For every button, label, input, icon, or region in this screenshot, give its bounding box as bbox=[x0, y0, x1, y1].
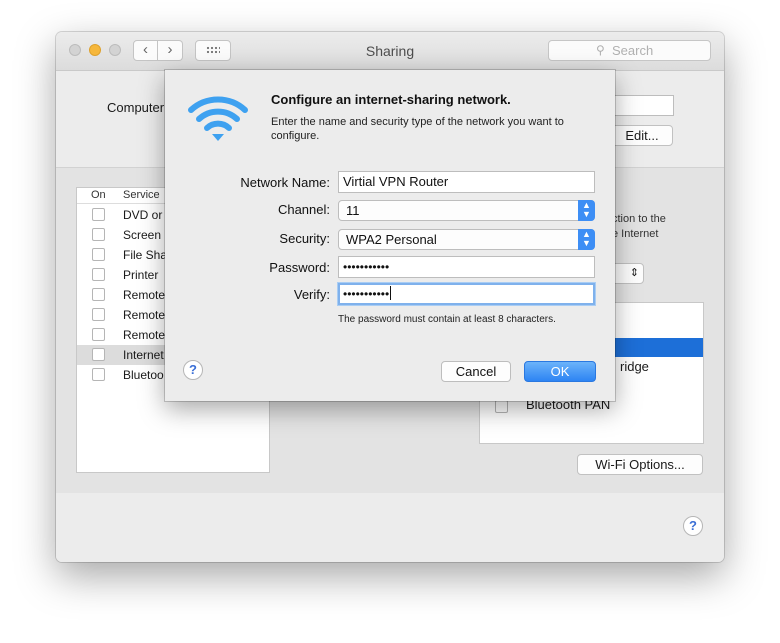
security-label: Security: bbox=[279, 231, 330, 246]
network-name-field[interactable]: Virtial VPN Router bbox=[338, 171, 595, 193]
service-checkbox[interactable] bbox=[92, 248, 105, 261]
service-name: File Sha bbox=[123, 248, 168, 262]
sheet-description: Enter the name and security type of the … bbox=[271, 116, 564, 142]
service-name: Printer bbox=[123, 268, 159, 282]
service-checkbox[interactable] bbox=[92, 228, 105, 241]
service-name: Remote bbox=[123, 288, 166, 302]
computer-name-label: Computer bbox=[107, 100, 165, 115]
edit-button[interactable]: Edit... bbox=[611, 125, 673, 146]
verify-label: Verify: bbox=[293, 287, 330, 302]
service-name: DVD or bbox=[123, 208, 163, 222]
password-field[interactable]: ••••••••••• bbox=[338, 256, 595, 278]
security-value: WPA2 Personal bbox=[346, 232, 437, 247]
chevron-updown-icon: ▲ ▼ bbox=[578, 229, 595, 250]
header-on: On bbox=[91, 189, 106, 201]
chevron-updown-icon: ⇕ bbox=[629, 267, 639, 279]
service-checkbox[interactable] bbox=[92, 368, 105, 381]
password-value: ••••••••••• bbox=[343, 260, 390, 274]
header-service: Service bbox=[123, 189, 160, 201]
service-checkbox[interactable] bbox=[92, 348, 105, 361]
description-text-line: e Internet bbox=[612, 228, 659, 240]
chevron-updown-icon: ▲ ▼ bbox=[578, 200, 595, 221]
selected-row[interactable] bbox=[605, 338, 703, 357]
wifi-options-button[interactable]: Wi-Fi Options... bbox=[577, 454, 703, 475]
service-checkbox[interactable] bbox=[92, 308, 105, 321]
help-button[interactable]: ? bbox=[683, 516, 703, 536]
wifi-icon bbox=[188, 96, 248, 141]
service-name: Remote bbox=[123, 308, 166, 322]
channel-label: Channel: bbox=[277, 202, 330, 217]
network-name-label: Network Name: bbox=[240, 175, 330, 190]
description-text-line: ction to the bbox=[612, 213, 666, 225]
service-name: Bluetoo bbox=[123, 368, 164, 382]
search-icon: ⚲ bbox=[596, 43, 605, 57]
service-checkbox[interactable] bbox=[92, 328, 105, 341]
service-name: Remote bbox=[123, 328, 166, 342]
search-placeholder: Search bbox=[612, 43, 654, 58]
channel-value: 11 bbox=[346, 203, 360, 218]
password-hint: The password must contain at least 8 cha… bbox=[338, 314, 556, 325]
sheet-help-button[interactable]: ? bbox=[183, 360, 203, 380]
title-bar: ‹ › Sharing ⚲ Search bbox=[56, 32, 724, 71]
verify-field[interactable]: ••••••••••• bbox=[338, 283, 595, 305]
search-field[interactable]: ⚲ Search bbox=[548, 40, 711, 61]
service-checkbox[interactable] bbox=[92, 288, 105, 301]
service-name: Internet bbox=[123, 348, 164, 362]
channel-popup[interactable]: 11 ▲ ▼ bbox=[338, 200, 595, 221]
configure-network-sheet: Configure an internet-sharing network. E… bbox=[165, 70, 615, 401]
security-popup[interactable]: WPA2 Personal ▲ ▼ bbox=[338, 229, 595, 250]
service-name: Screen bbox=[123, 228, 162, 242]
service-checkbox[interactable] bbox=[92, 268, 105, 281]
verify-value: ••••••••••• bbox=[343, 287, 390, 301]
list-item-bridge: ridge bbox=[620, 359, 649, 374]
cancel-button[interactable]: Cancel bbox=[441, 361, 511, 382]
sheet-title: Configure an internet-sharing network. bbox=[271, 92, 511, 107]
service-checkbox[interactable] bbox=[92, 208, 105, 221]
password-label: Password: bbox=[269, 260, 330, 275]
text-caret bbox=[390, 286, 392, 300]
list-checkbox[interactable] bbox=[495, 400, 508, 413]
computer-name-field[interactable] bbox=[611, 95, 674, 116]
bottom-bar bbox=[56, 493, 724, 562]
ok-button[interactable]: OK bbox=[524, 361, 596, 382]
